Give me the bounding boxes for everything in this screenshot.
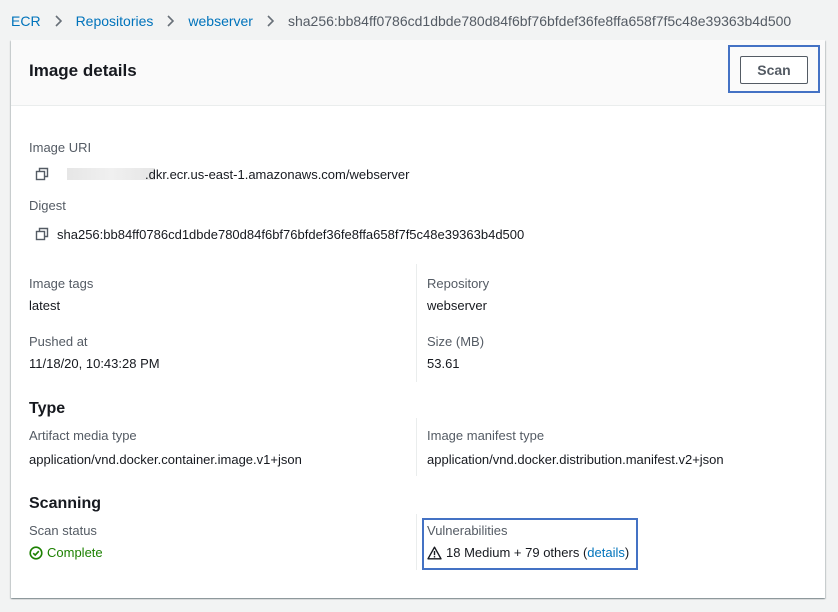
repository-label: Repository (427, 276, 490, 291)
digest-value: sha256:bb84ff0786cd1dbde780d84f6bf76bfde… (57, 227, 525, 242)
warning-icon (427, 546, 442, 559)
copy-icon[interactable] (35, 167, 49, 181)
check-circle-icon (29, 545, 43, 560)
vulnerabilities-label: Vulnerabilities (427, 523, 508, 538)
vulnerabilities-details-link[interactable]: details (587, 545, 625, 560)
scan-button[interactable]: Scan (740, 56, 808, 84)
vulnerabilities-close-paren: ) (624, 545, 630, 560)
vulnerabilities-summary: 18 Medium + 79 others ( (446, 545, 588, 560)
scan-status-label: Scan status (29, 523, 97, 538)
image-manifest-type-value: application/vnd.docker.distribution.mani… (427, 452, 724, 467)
size-value: 53.61 (427, 356, 460, 371)
scan-status-text: Complete (47, 545, 103, 560)
redacted-account-id (67, 168, 155, 180)
column-divider (416, 418, 417, 476)
image-manifest-type-label: Image manifest type (427, 428, 545, 443)
scan-status-value: Complete (29, 545, 103, 560)
panel-title: Image details (29, 61, 137, 80)
breadcrumb-ecr[interactable]: ECR (11, 13, 41, 29)
pushed-at-value: 11/18/20, 10:43:28 PM (29, 356, 160, 371)
image-tags-value: latest (29, 298, 61, 313)
digest-label: Digest (29, 198, 66, 213)
breadcrumb-current-digest: sha256:bb84ff0786cd1dbde780d84f6bf76bfde… (287, 13, 792, 29)
breadcrumb-webserver[interactable]: webserver (188, 13, 253, 29)
column-divider (416, 514, 417, 570)
image-details-panel: Image details Scan Image URI .dkr.ecr.us… (11, 40, 825, 598)
image-uri-label: Image URI (29, 140, 92, 155)
chevron-right-icon (267, 15, 274, 27)
image-uri-value: .dkr.ecr.us-east-1.amazonaws.com/webserv… (145, 167, 410, 182)
scanning-section-title: Scanning (29, 495, 102, 512)
panel-header: Image details Scan (11, 40, 825, 106)
copy-icon[interactable] (35, 227, 49, 241)
image-tags-label: Image tags (29, 276, 94, 291)
repository-value: webserver (427, 298, 487, 313)
type-section-title: Type (29, 400, 66, 417)
column-divider (416, 264, 417, 382)
pushed-at-label: Pushed at (29, 334, 88, 349)
artifact-media-type-value: application/vnd.docker.container.image.v… (29, 452, 302, 467)
size-label: Size (MB) (427, 334, 485, 349)
breadcrumb: ECR Repositories webserver sha256:bb84ff… (11, 12, 791, 30)
breadcrumb-repositories[interactable]: Repositories (76, 13, 154, 29)
chevron-right-icon (54, 15, 62, 27)
artifact-media-type-label: Artifact media type (29, 428, 137, 443)
chevron-right-icon (167, 15, 175, 27)
vulnerabilities-value: 18 Medium + 79 others (details) (427, 545, 629, 560)
